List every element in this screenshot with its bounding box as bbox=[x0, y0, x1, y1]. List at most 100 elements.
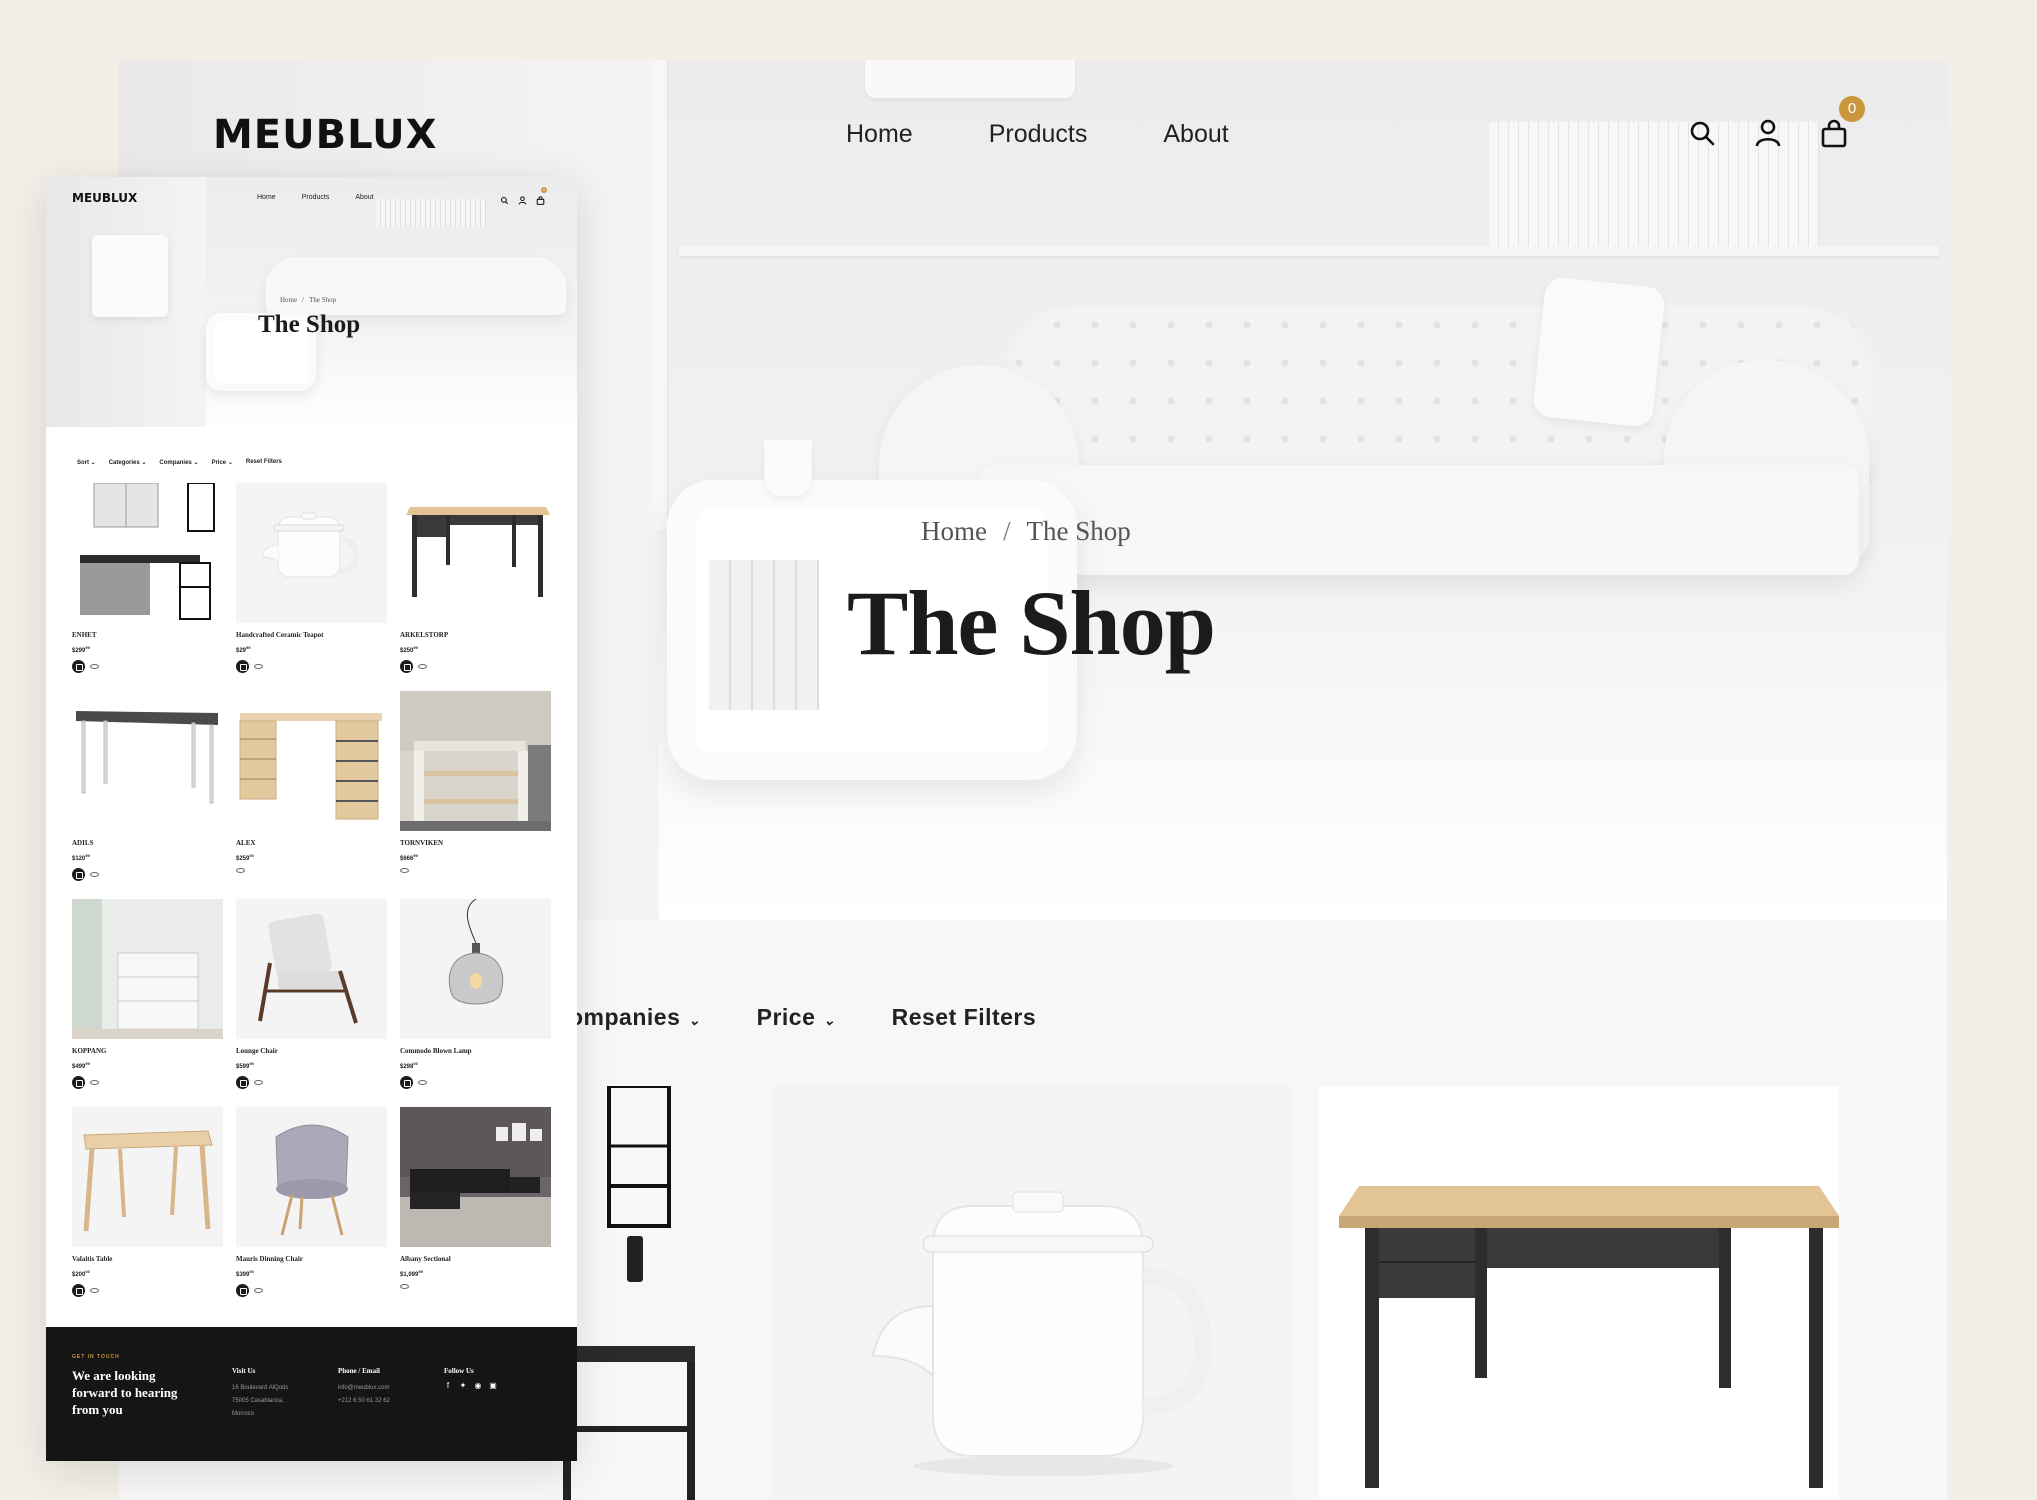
product-price: $49999 bbox=[72, 1061, 90, 1070]
product-card[interactable]: ARKELSTORP $25099 bbox=[400, 483, 551, 691]
product-name[interactable]: Lounge Chair bbox=[236, 1047, 387, 1055]
eye-icon[interactable] bbox=[254, 664, 263, 669]
product-image[interactable] bbox=[236, 691, 387, 831]
product-image[interactable] bbox=[236, 899, 387, 1039]
product-card[interactable]: ENHET $29999 bbox=[72, 483, 223, 691]
mini-filter-sort[interactable]: Sort ⌄ bbox=[77, 459, 96, 466]
product-card[interactable]: Albany Sectional $1,09999 bbox=[400, 1107, 551, 1315]
eye-icon[interactable] bbox=[254, 1080, 263, 1085]
product-name[interactable]: Commodo Blown Lamp bbox=[400, 1047, 551, 1055]
product-name[interactable]: Albany Sectional bbox=[400, 1255, 551, 1263]
product-card-desk[interactable] bbox=[1319, 1086, 1839, 1500]
product-price: $29800 bbox=[400, 1061, 418, 1070]
search-icon[interactable] bbox=[1687, 118, 1717, 148]
user-icon[interactable] bbox=[518, 192, 527, 205]
user-icon[interactable] bbox=[1753, 118, 1783, 148]
eye-icon[interactable] bbox=[90, 872, 99, 877]
product-card[interactable]: TORNVIKEN $66699 bbox=[400, 691, 551, 899]
product-name[interactable]: ARKELSTORP bbox=[400, 631, 551, 639]
mini-filter-categories[interactable]: Categories ⌄ bbox=[109, 459, 147, 466]
mini-filter-companies[interactable]: Companies ⌄ bbox=[159, 459, 198, 466]
product-card[interactable]: ALEX $25900 bbox=[236, 691, 387, 899]
nav-about[interactable]: About bbox=[1163, 120, 1228, 149]
eye-icon[interactable] bbox=[236, 868, 245, 873]
product-name[interactable]: TORNVIKEN bbox=[400, 839, 551, 847]
add-to-cart-button[interactable] bbox=[72, 1284, 85, 1297]
eye-icon[interactable] bbox=[418, 664, 427, 669]
breadcrumb-separator: / bbox=[1002, 516, 1011, 546]
add-to-cart-button[interactable] bbox=[236, 1076, 249, 1089]
product-name[interactable]: Valaitis Table bbox=[72, 1255, 223, 1263]
mini-nav-home[interactable]: Home bbox=[257, 194, 276, 201]
add-to-cart-button[interactable] bbox=[72, 660, 85, 673]
add-to-cart-button[interactable] bbox=[72, 1076, 85, 1089]
product-card-teapot[interactable] bbox=[773, 1086, 1291, 1500]
eye-icon[interactable] bbox=[90, 664, 99, 669]
hero-plant-pot bbox=[764, 440, 812, 496]
product-price: $12099 bbox=[72, 853, 90, 862]
product-card[interactable]: Lounge Chair $59999 bbox=[236, 899, 387, 1107]
nav-products[interactable]: Products bbox=[989, 120, 1088, 149]
eye-icon[interactable] bbox=[90, 1080, 99, 1085]
hero-shelf bbox=[679, 246, 1939, 256]
product-name[interactable]: Mauris Dinning Chair bbox=[236, 1255, 387, 1263]
product-card[interactable]: Valaitis Table $20000 bbox=[72, 1107, 223, 1315]
mini-reset-filters-button[interactable]: Reset Filters bbox=[246, 459, 282, 466]
breadcrumb-home[interactable]: Home bbox=[921, 516, 987, 546]
filter-companies[interactable]: ompanies ⌄ bbox=[569, 1004, 701, 1031]
product-image[interactable] bbox=[72, 483, 223, 623]
eye-icon[interactable] bbox=[418, 1080, 427, 1085]
eye-icon[interactable] bbox=[254, 1288, 263, 1293]
product-price: $59999 bbox=[236, 1061, 254, 1070]
product-name[interactable]: ENHET bbox=[72, 631, 223, 639]
product-card[interactable]: Mauris Dinning Chair $39900 bbox=[236, 1107, 387, 1315]
product-name[interactable]: KOPPANG bbox=[72, 1047, 223, 1055]
product-image[interactable] bbox=[72, 899, 223, 1039]
footer-email-link[interactable]: info@meublux.com bbox=[338, 1382, 390, 1395]
product-card[interactable]: Commodo Blown Lamp $29800 bbox=[400, 899, 551, 1107]
product-card[interactable]: Handcrafted Ceramic Teapot $2999 bbox=[236, 483, 387, 691]
product-name[interactable]: Handcrafted Ceramic Teapot bbox=[236, 631, 387, 639]
eye-icon[interactable] bbox=[400, 868, 409, 873]
product-image[interactable] bbox=[72, 691, 223, 831]
product-image[interactable] bbox=[400, 1107, 551, 1247]
nav-home[interactable]: Home bbox=[846, 120, 913, 149]
facebook-icon[interactable]: f bbox=[444, 1382, 452, 1390]
cart-icon[interactable]: 0 bbox=[1819, 96, 1865, 148]
product-name[interactable]: ALEX bbox=[236, 839, 387, 847]
mini-breadcrumb-current: The Shop bbox=[309, 296, 337, 304]
product-image[interactable] bbox=[400, 691, 551, 831]
add-to-cart-button[interactable] bbox=[72, 868, 85, 881]
footer-phone-link[interactable]: +212 6 50 61 32 62 bbox=[338, 1395, 390, 1408]
add-to-cart-button[interactable] bbox=[400, 1076, 413, 1089]
mini-breadcrumb-home[interactable]: Home bbox=[280, 296, 297, 304]
add-to-cart-button[interactable] bbox=[400, 660, 413, 673]
product-image[interactable] bbox=[400, 899, 551, 1039]
instagram-icon[interactable]: ▣ bbox=[489, 1382, 497, 1390]
filter-price[interactable]: Price ⌄ bbox=[757, 1004, 836, 1031]
reset-filters-button[interactable]: Reset Filters bbox=[892, 1004, 1037, 1031]
product-price: $20000 bbox=[72, 1269, 90, 1278]
product-image[interactable] bbox=[72, 1107, 223, 1247]
product-price: $66699 bbox=[400, 853, 418, 862]
product-name[interactable]: ADILS bbox=[72, 839, 223, 847]
mini-logo[interactable]: MEUBLUX bbox=[72, 191, 137, 205]
logo[interactable]: MEUBLUX bbox=[213, 112, 437, 158]
mini-nav-products[interactable]: Products bbox=[302, 194, 330, 201]
product-image[interactable] bbox=[236, 1107, 387, 1247]
product-image[interactable] bbox=[400, 483, 551, 623]
product-card[interactable]: ADILS $12099 bbox=[72, 691, 223, 899]
mini-filter-price[interactable]: Price ⌄ bbox=[211, 459, 232, 466]
eye-icon[interactable] bbox=[400, 1284, 409, 1289]
mini-nav-about[interactable]: About bbox=[355, 194, 373, 201]
cart-icon[interactable]: 0 bbox=[536, 187, 547, 205]
product-card[interactable]: KOPPANG $49999 bbox=[72, 899, 223, 1107]
eye-icon[interactable] bbox=[90, 1288, 99, 1293]
add-to-cart-button[interactable] bbox=[236, 1284, 249, 1297]
search-icon[interactable] bbox=[500, 192, 509, 205]
add-to-cart-button[interactable] bbox=[236, 660, 249, 673]
pinterest-icon[interactable]: ◉ bbox=[474, 1382, 482, 1390]
mini-hero-sofa bbox=[266, 257, 566, 315]
product-image[interactable] bbox=[236, 483, 387, 623]
twitter-icon[interactable]: ✦ bbox=[459, 1382, 467, 1390]
